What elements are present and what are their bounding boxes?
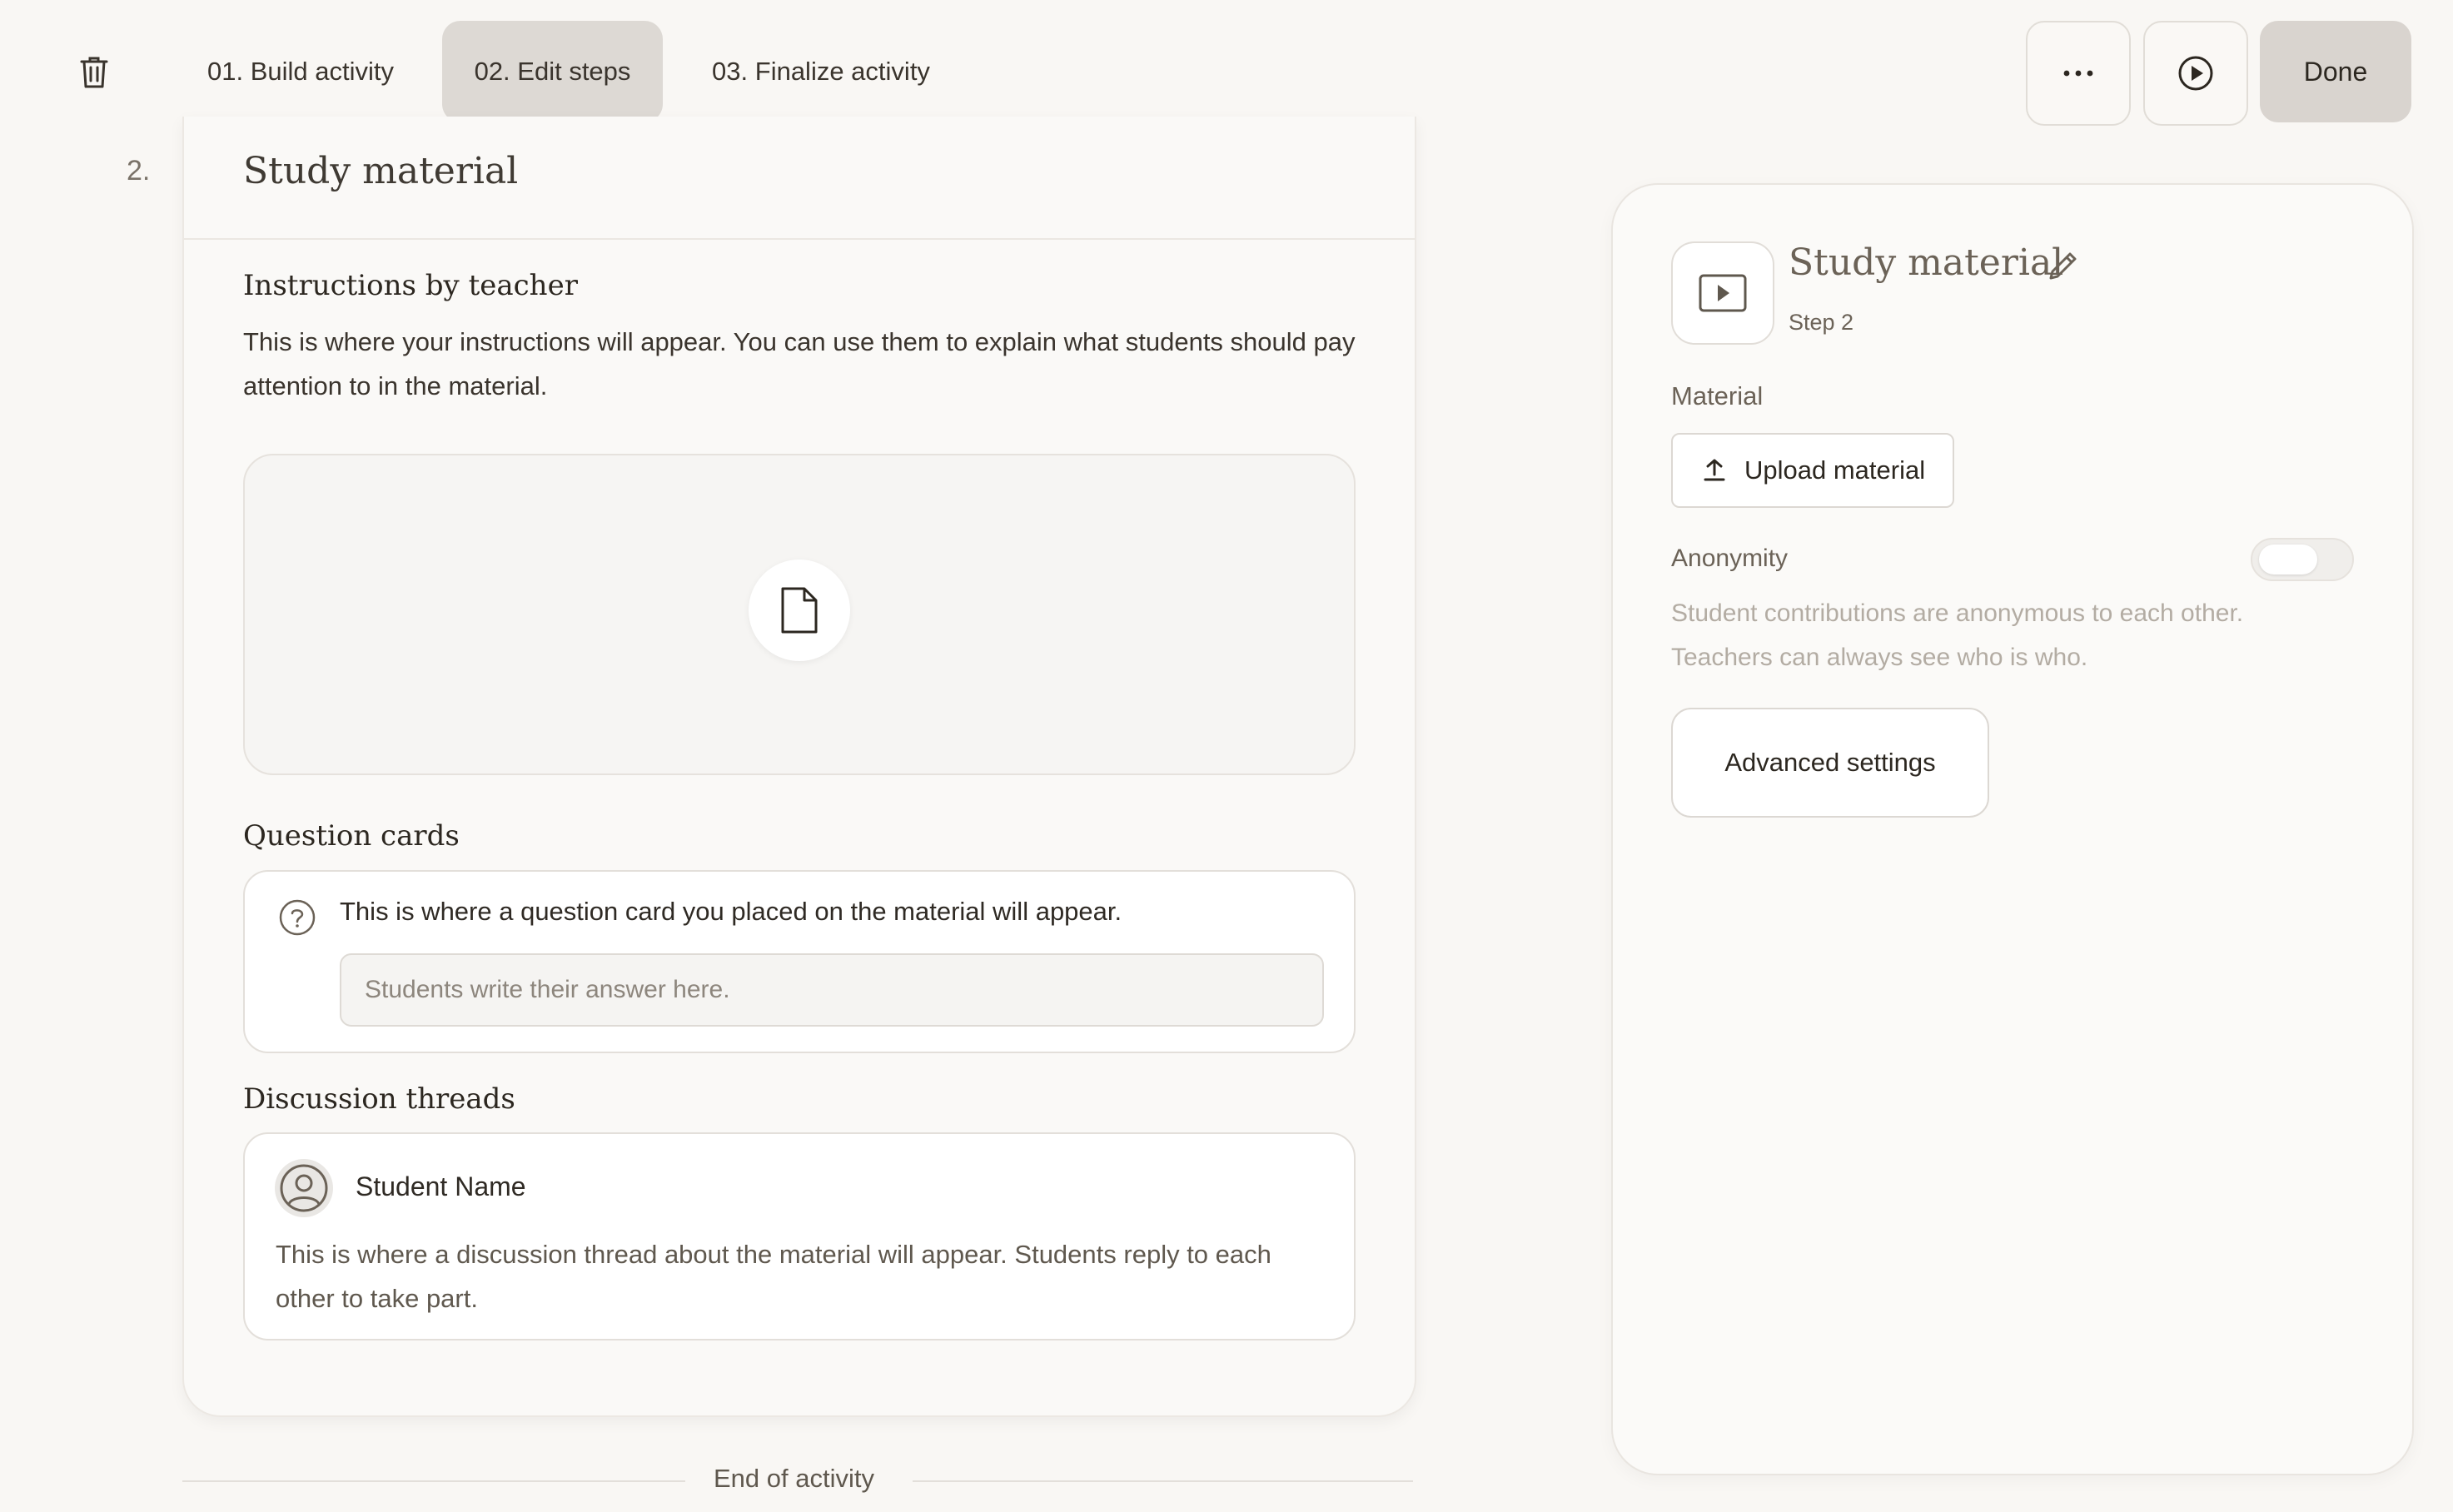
tab-build-activity[interactable]: 01. Build activity — [187, 21, 414, 122]
end-of-activity-label: End of activity — [714, 1464, 874, 1493]
question-card-text: This is where a question card you placed… — [340, 897, 1122, 926]
upload-material-button[interactable]: Upload material — [1671, 433, 1954, 508]
panel-title: Study material — [1789, 241, 2064, 284]
discussion-text: This is where a discussion thread about … — [276, 1240, 1271, 1313]
more-options-button[interactable] — [2026, 21, 2131, 126]
panel-subtitle: Step 2 — [1789, 310, 1854, 335]
top-bar: 01. Build activity 02. Edit steps 03. Fi… — [0, 0, 2453, 126]
tab-finalize-activity[interactable]: 03. Finalize activity — [693, 21, 949, 122]
step-type-badge — [1671, 241, 1774, 345]
material-label: Material — [1671, 381, 1764, 410]
anonymity-description: Student contributions are anonymous to e… — [1671, 599, 2244, 671]
question-mark-icon — [279, 899, 316, 936]
step-title: Study material — [243, 150, 519, 192]
divider — [184, 238, 1415, 240]
anonymity-label: Anonymity — [1671, 545, 1789, 572]
play-circle-icon — [2178, 56, 2213, 91]
discussion-threads-heading: Discussion threads — [243, 1082, 515, 1116]
end-divider-right — [913, 1480, 1413, 1482]
anonymity-toggle[interactable] — [2251, 538, 2354, 581]
question-card: This is where a question card you placed… — [243, 870, 1356, 1053]
step-number: 2. — [127, 155, 151, 187]
material-preview — [243, 454, 1356, 775]
edit-title-button[interactable] — [2046, 248, 2081, 287]
step-card[interactable]: Study material Instructions by teacher T… — [182, 117, 1416, 1417]
trash-icon — [80, 57, 108, 88]
document-icon — [781, 587, 818, 634]
done-button[interactable]: Done — [2260, 21, 2411, 122]
upload-material-label: Upload material — [1744, 455, 1926, 485]
step-settings-panel: Study material Step 2 Material Upload ma… — [1611, 183, 2414, 1475]
instructions-text: This is where your instructions will app… — [243, 327, 1356, 400]
upload-icon — [1704, 459, 1725, 481]
question-cards-heading: Question cards — [243, 819, 460, 853]
material-placeholder — [749, 560, 850, 661]
ellipsis-icon — [2063, 70, 2093, 77]
advanced-settings-button[interactable]: Advanced settings — [1671, 708, 1989, 818]
toggle-knob — [2259, 545, 2317, 574]
preview-button[interactable] — [2143, 21, 2248, 126]
student-name: Student Name — [356, 1171, 526, 1201]
end-divider-left — [182, 1480, 685, 1482]
discussion-thread-card: Student Name This is where a discussion … — [243, 1132, 1356, 1340]
user-circle-icon — [280, 1164, 328, 1212]
delete-step-button[interactable] — [70, 48, 118, 97]
instructions-heading: Instructions by teacher — [243, 269, 578, 302]
tab-edit-steps[interactable]: 02. Edit steps — [442, 21, 663, 122]
answer-field: Students write their answer here. — [340, 953, 1324, 1027]
video-play-icon — [1699, 274, 1747, 312]
avatar — [275, 1159, 333, 1217]
pencil-icon — [2049, 252, 2077, 280]
